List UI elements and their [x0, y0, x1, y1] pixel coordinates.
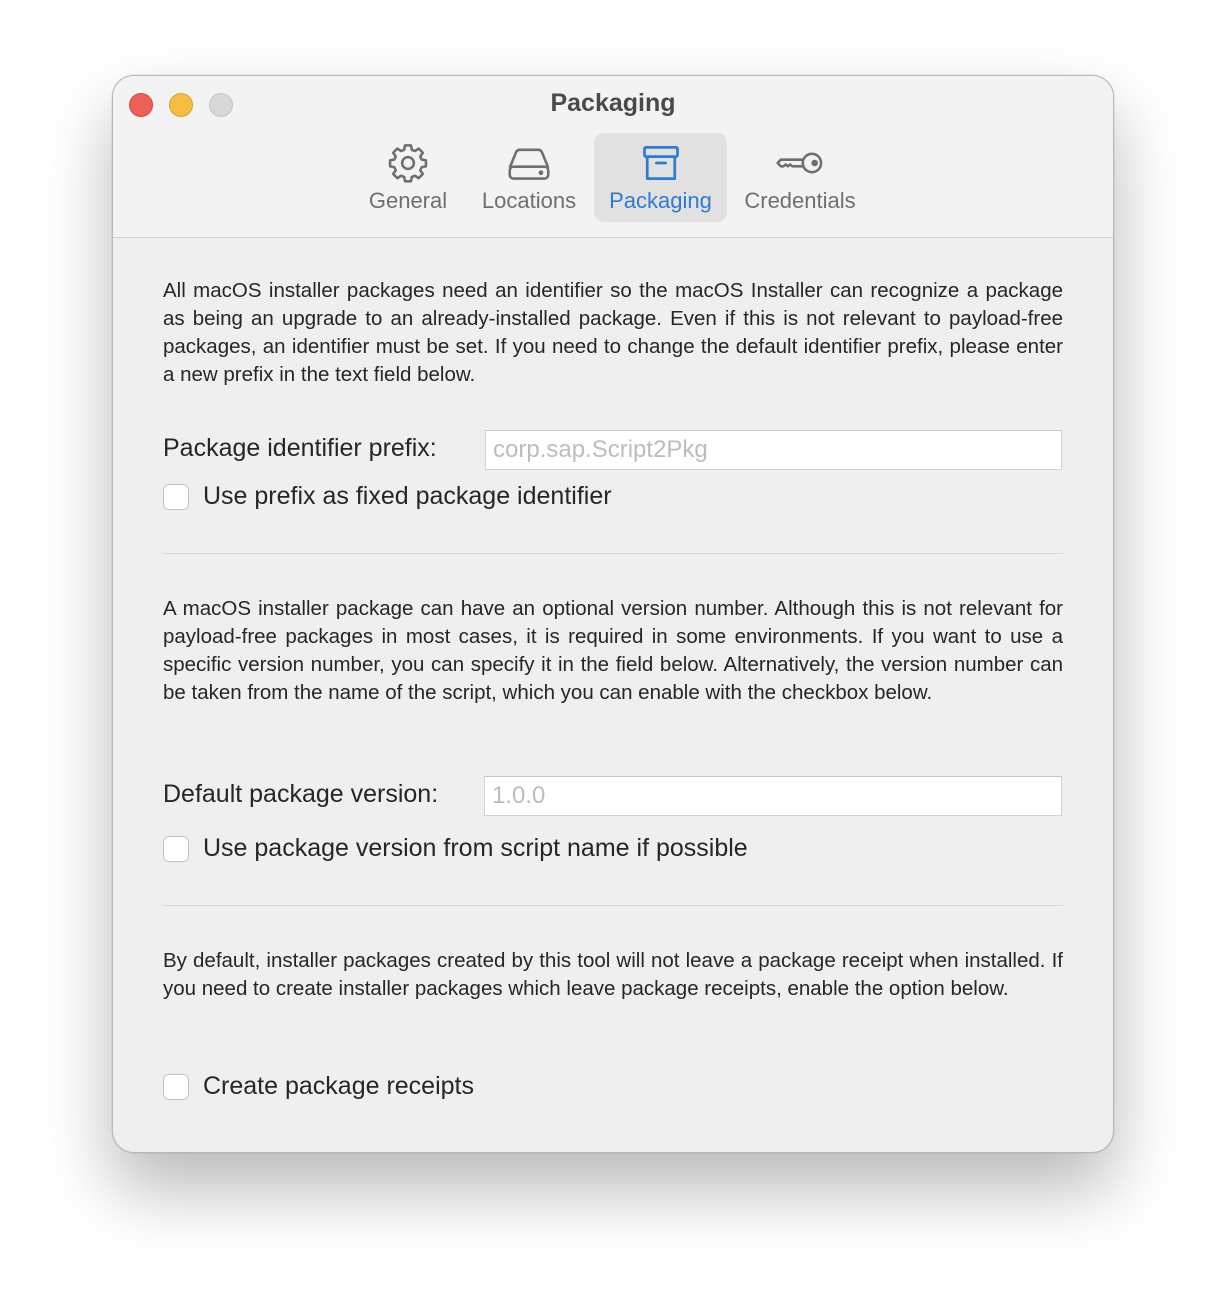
tab-label: Locations [481, 188, 577, 213]
receipt-description: By default, installer packages created b… [163, 949, 1063, 1000]
toolbar: Packaging General Locations Packaging Cr… [113, 76, 1113, 238]
create-receipts-checkbox[interactable] [163, 1074, 189, 1100]
drive-icon [505, 141, 553, 190]
fixed-identifier-checkbox[interactable] [163, 484, 189, 510]
tab-locations[interactable]: Locations [471, 133, 587, 222]
gear-icon [386, 141, 430, 190]
create-receipts-label: Create package receipts [203, 1072, 474, 1100]
tab-packaging[interactable]: Packaging [594, 133, 727, 222]
tab-general[interactable]: General [358, 133, 458, 222]
version-from-script-label: Use package version from script name if … [203, 834, 748, 862]
tab-label: General [368, 188, 448, 213]
version-from-script-checkbox[interactable] [163, 836, 189, 862]
identifier-prefix-label: Package identifier prefix: [163, 434, 437, 462]
fixed-identifier-label: Use prefix as fixed package identifier [203, 482, 612, 510]
version-description: A macOS installer package can have an op… [163, 597, 1063, 704]
section-divider [163, 905, 1063, 906]
window-title: Packaging [550, 89, 676, 117]
package-version-input[interactable] [484, 776, 1062, 816]
tab-label: Packaging [609, 188, 712, 213]
key-icon [774, 141, 826, 190]
preferences-window: Packaging General Locations Packaging Cr… [112, 75, 1114, 1153]
package-version-label: Default package version: [163, 780, 439, 808]
tab-label: Credentials [744, 188, 856, 213]
section-divider [163, 553, 1063, 554]
identifier-prefix-input[interactable] [485, 430, 1062, 470]
identifier-description: All macOS installer packages need an ide… [163, 279, 1063, 386]
tab-credentials[interactable]: Credentials [736, 133, 864, 222]
archive-box-icon [639, 141, 683, 190]
